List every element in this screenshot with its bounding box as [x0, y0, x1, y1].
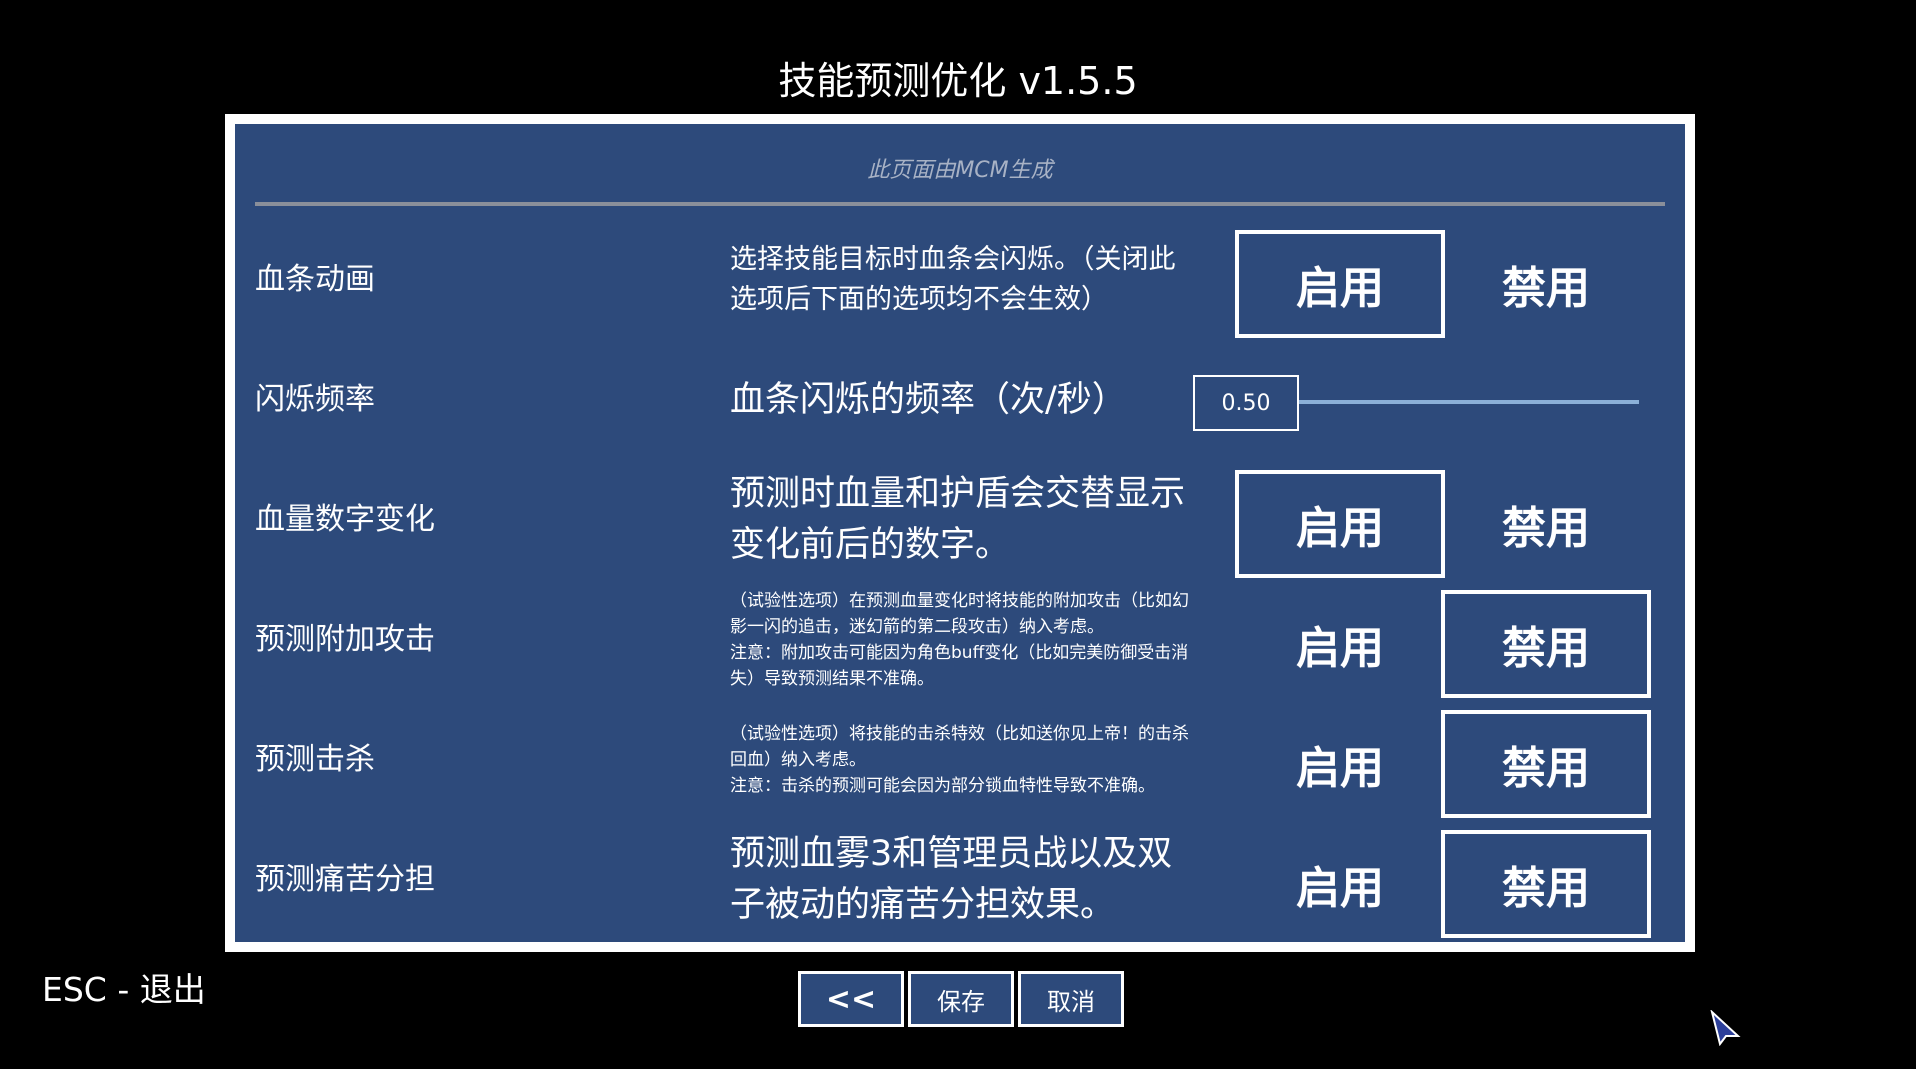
option-label: 血量数字变化 — [255, 502, 435, 537]
option-description: （试验性选项）在预测血量变化时将技能的附加攻击（比如幻影一闪的追击，迷幻箭的第二… — [730, 591, 1189, 689]
settings-panel: 此页面由MCM生成 血条动画 选择技能目标时血条会闪烁。（关闭此选项后下面的选项… — [225, 114, 1695, 952]
cancel-button[interactable]: 取消 — [1018, 971, 1124, 1027]
option-label: 闪烁频率 — [255, 382, 375, 417]
option-description: 选择技能目标时血条会闪烁。（关闭此选项后下面的选项均不会生效） — [730, 244, 1176, 315]
save-button[interactable]: 保存 — [908, 971, 1014, 1027]
enable-button[interactable]: 启用 — [1235, 710, 1445, 818]
enable-button[interactable]: 启用 — [1235, 590, 1445, 698]
disable-button[interactable]: 禁用 — [1441, 710, 1651, 818]
disable-button[interactable]: 禁用 — [1441, 830, 1651, 938]
option-row-predict-pain-share: 预测痛苦分担 预测血雾3和管理员战以及双子被动的痛苦分担效果。 启用 禁用 — [235, 820, 1685, 940]
option-row-predict-kill: 预测击杀 （试验性选项）将技能的击杀特效（比如送你见上帝！的击杀回血）纳入考虑。… — [235, 700, 1685, 820]
disable-button[interactable]: 禁用 — [1441, 590, 1651, 698]
header-divider — [255, 202, 1665, 206]
enable-button[interactable]: 启用 — [1235, 470, 1445, 578]
option-label: 预测痛苦分担 — [255, 862, 435, 897]
option-description: 预测时血量和护盾会交替显示变化前后的数字。 — [730, 474, 1186, 565]
option-description: 血条闪烁的频率（次/秒） — [730, 379, 1127, 420]
frequency-slider-track[interactable] — [1299, 400, 1639, 404]
option-description: （试验性选项）将技能的击杀特效（比如送你见上帝！的击杀回血）纳入考虑。 注意：击… — [730, 724, 1189, 796]
option-row-health-bar-animation: 血条动画 选择技能目标时血条会闪烁。（关闭此选项后下面的选项均不会生效） 启用 … — [235, 220, 1685, 340]
enable-button[interactable]: 启用 — [1235, 830, 1445, 938]
option-row-predict-extra-attack: 预测附加攻击 （试验性选项）在预测血量变化时将技能的附加攻击（比如幻影一闪的追击… — [235, 580, 1685, 700]
enable-button[interactable]: 启用 — [1235, 230, 1445, 338]
option-label: 血条动画 — [255, 262, 375, 297]
option-label: 预测附加攻击 — [255, 622, 435, 657]
option-label: 预测击杀 — [255, 742, 375, 777]
back-button[interactable]: << — [798, 971, 904, 1027]
mod-title: 技能预测优化 v1.5.5 — [778, 59, 1138, 103]
option-row-health-number-change: 血量数字变化 预测时血量和护盾会交替显示变化前后的数字。 启用 禁用 — [235, 460, 1685, 580]
disable-button[interactable]: 禁用 — [1441, 470, 1651, 578]
mouse-cursor-icon — [1710, 1010, 1741, 1046]
disable-button[interactable]: 禁用 — [1441, 230, 1651, 338]
option-description: 预测血雾3和管理员战以及双子被动的痛苦分担效果。 — [730, 834, 1173, 925]
slider-value-box[interactable]: 0.50 — [1193, 375, 1299, 431]
esc-exit-hint: ESC - 退出 — [42, 970, 206, 1009]
generated-by-note: 此页面由MCM生成 — [867, 158, 1053, 183]
option-row-blink-frequency: 闪烁频率 血条闪烁的频率（次/秒） 0.50 — [235, 340, 1685, 460]
